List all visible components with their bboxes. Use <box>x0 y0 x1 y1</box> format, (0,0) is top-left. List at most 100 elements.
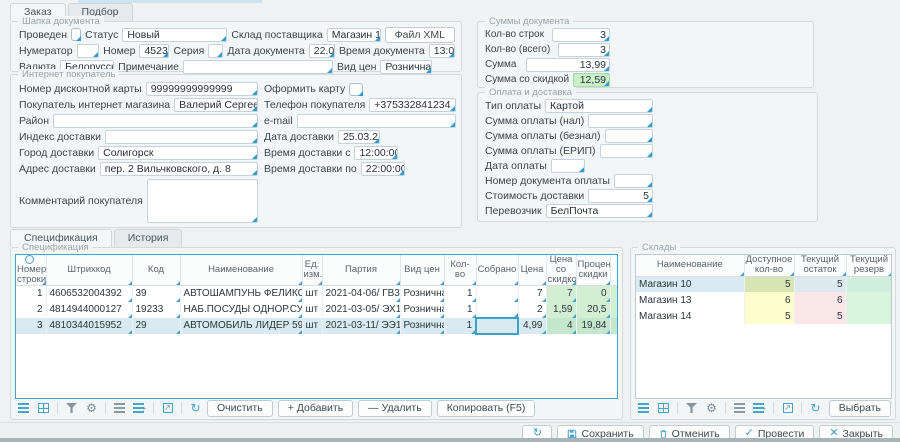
total-count-input[interactable]: 3 <box>558 43 610 57</box>
numerator-input[interactable] <box>77 44 100 58</box>
view-grid-icon[interactable] <box>655 400 672 416</box>
cell-price-disc[interactable]: 4 <box>546 318 576 334</box>
payment-cash-input[interactable] <box>588 114 653 128</box>
col-price-disc[interactable]: Цена со скидкой <box>546 255 576 286</box>
cell-num[interactable]: 3 <box>16 318 46 334</box>
warehouse-row-selected[interactable]: Магазин 10 5 5 <box>636 276 892 292</box>
cell-current[interactable]: 5 <box>794 308 846 324</box>
spec-row-selected[interactable]: 3 4810344015952 29 АВТОМОБИЛЬ ЛИДЕР 5952… <box>16 318 618 334</box>
cell-sum[interactable] <box>610 318 618 334</box>
cell-unit[interactable]: шт <box>302 318 322 334</box>
col-batch[interactable]: Партия <box>322 255 400 286</box>
payment-doc-number-input[interactable] <box>614 174 653 188</box>
delivery-date-input[interactable]: 25.03.21 <box>338 130 380 144</box>
doc-date-input[interactable]: 22.03.21 <box>309 44 335 58</box>
col-name[interactable]: Наименование <box>180 255 302 286</box>
cell-price-kind[interactable]: Розничная ( <box>400 286 444 302</box>
delivery-time-to-input[interactable]: 22:00:00 <box>361 162 405 176</box>
cell-collected-focused[interactable] <box>476 318 518 334</box>
settings-gear-icon[interactable]: ⚙ <box>83 400 100 416</box>
col-barcode[interactable]: Штрихкод <box>46 255 132 286</box>
col-row-number[interactable]: Номер строки <box>16 255 46 286</box>
col-price-kind[interactable]: Вид цен <box>400 255 444 286</box>
cell-unit[interactable]: шт <box>302 302 322 318</box>
cell-qty[interactable]: 1 <box>444 286 476 302</box>
buyer-phone-input[interactable]: +375332841234 <box>369 98 456 112</box>
cell-collected[interactable] <box>476 302 518 318</box>
clear-button[interactable]: Очистить <box>207 400 273 417</box>
cell-price[interactable]: 2 <box>518 302 546 318</box>
district-input[interactable] <box>53 114 258 128</box>
cell-batch[interactable]: 2021-03-05/ ЭХ1013171, <box>322 302 400 318</box>
col-disc-pct[interactable]: Процент скидки <box>576 255 610 286</box>
col-current[interactable]: Текущий остаток <box>794 255 846 276</box>
col-sum-cut[interactable]: С <box>610 255 618 286</box>
payment-date-input[interactable] <box>551 159 585 173</box>
cell-warehouse-name[interactable]: Магазин 14 <box>636 308 744 324</box>
cell-num[interactable]: 2 <box>16 302 46 318</box>
cell-unit[interactable]: шт <box>302 286 322 302</box>
cell-warehouse-name[interactable]: Магазин 13 <box>636 292 744 308</box>
cell-price-disc[interactable]: 7 <box>546 286 576 302</box>
delete-button[interactable]: — Удалить <box>358 400 432 417</box>
cell-name[interactable]: АВТОШАМПУНЬ ФЕЛИКС 1000МЛ FELIX <box>180 286 302 302</box>
cell-qty[interactable]: 1 <box>444 318 476 334</box>
cell-code[interactable]: 29 <box>132 318 180 334</box>
proveden-checkbox[interactable] <box>71 28 81 41</box>
add-row-icon[interactable]: + <box>751 400 768 416</box>
cell-available[interactable]: 6 <box>744 292 794 308</box>
cell-disc-pct[interactable]: 19,84 <box>576 318 610 334</box>
col-available[interactable]: Доступное кол-во <box>744 255 794 276</box>
payment-erip-input[interactable] <box>600 144 653 158</box>
cell-disc-pct[interactable]: 20,5 <box>576 302 610 318</box>
col-code[interactable]: Код <box>132 255 180 286</box>
numbering-icon[interactable] <box>111 400 128 416</box>
lines-count-input[interactable]: 3 <box>552 28 610 42</box>
reload-icon[interactable]: ↻ <box>187 400 204 416</box>
filter-icon[interactable] <box>683 400 700 416</box>
cell-available[interactable]: 5 <box>744 308 794 324</box>
issue-card-checkbox[interactable] <box>349 83 363 96</box>
col-qty[interactable]: Кол-во <box>444 255 476 286</box>
sum-discount-input[interactable]: 12,59 <box>573 73 610 87</box>
spec-row[interactable]: 2 4814944000127 19233 НАБ.ПОСУДЫ ОДНОР.С… <box>16 302 618 318</box>
status-input[interactable]: Новый <box>122 28 227 42</box>
select-warehouse-button[interactable]: Выбрать <box>829 400 891 417</box>
tab-history[interactable]: История <box>114 229 183 247</box>
payment-cashless-input[interactable] <box>605 129 653 143</box>
email-input[interactable] <box>297 114 456 128</box>
col-warehouse-name[interactable]: Наименование <box>636 255 744 276</box>
cell-sum[interactable] <box>610 302 618 318</box>
cell-current[interactable]: 5 <box>794 276 846 292</box>
cell-barcode[interactable]: 4814944000127 <box>46 302 132 318</box>
price-kind-input[interactable]: Розничная ( <box>380 60 432 74</box>
payment-type-input[interactable]: Картой <box>545 99 653 113</box>
cell-available[interactable]: 5 <box>744 276 794 292</box>
cell-qty[interactable]: 1 <box>444 302 476 318</box>
carrier-input[interactable]: БелПочта <box>546 204 653 218</box>
cell-current[interactable]: 6 <box>794 292 846 308</box>
cell-code[interactable]: 19233 <box>132 302 180 318</box>
col-collected[interactable]: Собрано <box>476 255 518 286</box>
buyer-name-input[interactable]: Валерий Сергеев <box>174 98 258 112</box>
cell-num[interactable]: 1 <box>16 286 46 302</box>
cell-price-kind[interactable]: Розничная ( <box>400 302 444 318</box>
delivery-address-input[interactable]: пер. 2 Вильчковского, д. 8 <box>100 162 258 176</box>
cell-name[interactable]: НАБ.ПОСУДЫ ОДНОР.СУПЕР! НА 6 ПЕРСОН СУ <box>180 302 302 318</box>
cell-disc-pct[interactable]: 0 <box>576 286 610 302</box>
col-price[interactable]: Цена <box>518 255 546 286</box>
delivery-city-input[interactable]: Солигорск <box>98 146 258 160</box>
buyer-comment-textarea[interactable] <box>147 179 258 223</box>
copy-button[interactable]: Копировать (F5) <box>437 400 536 417</box>
warehouse-row[interactable]: Магазин 14 5 5 <box>636 308 892 324</box>
view-list-icon[interactable] <box>635 400 652 416</box>
numbering-icon[interactable] <box>731 400 748 416</box>
note-input[interactable] <box>183 60 333 74</box>
add-row-icon[interactable]: + <box>131 400 148 416</box>
cell-barcode[interactable]: 4810344015952 <box>46 318 132 334</box>
reload-icon[interactable]: ↻ <box>807 400 824 416</box>
cell-collected[interactable] <box>476 286 518 302</box>
cell-batch[interactable]: 2021-04-06/ ГВ3121480/ <box>322 286 400 302</box>
series-input[interactable] <box>208 44 223 58</box>
sum-input[interactable]: 13,99 <box>526 58 610 72</box>
